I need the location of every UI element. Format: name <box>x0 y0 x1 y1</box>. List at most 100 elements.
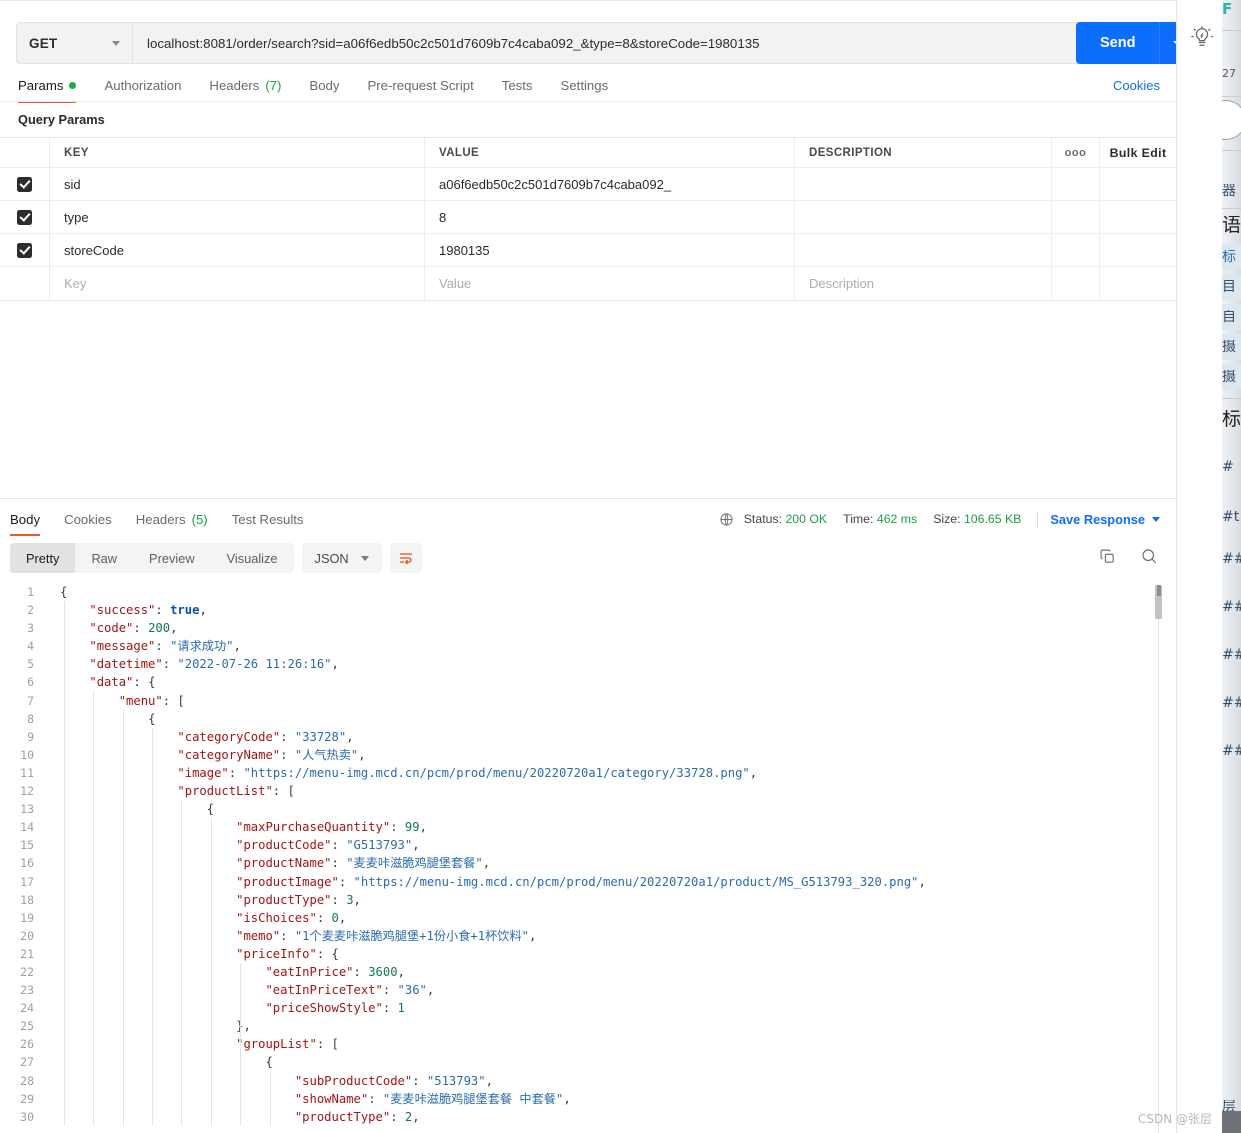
code-line-text: { <box>60 585 68 599</box>
param-description-input[interactable] <box>795 234 1052 266</box>
code-line-text: "code": 200, <box>89 621 178 636</box>
request-tab-params[interactable]: Params <box>18 74 77 103</box>
code-line-text: "categoryCode": "33728", <box>177 729 354 744</box>
cookies-link[interactable]: Cookies <box>1113 78 1160 93</box>
wrap-lines-button[interactable] <box>389 543 422 573</box>
code-line: 17 "productImage": "https://menu-img.mcd… <box>0 873 1176 891</box>
table-row-empty: Key Value Description <box>0 267 1176 300</box>
param-key-input[interactable]: type <box>50 201 425 233</box>
background-text-fragment: ## <box>1222 552 1241 566</box>
response-tab-body[interactable]: Body <box>10 508 41 536</box>
response-body-code[interactable]: 1{2 "success": true, 3 "code": 200, 4 "mes… <box>0 583 1176 1133</box>
new-param-value-input[interactable]: Value <box>425 267 795 300</box>
line-number: 8 <box>27 711 34 726</box>
request-tab-settings[interactable]: Settings <box>561 74 609 103</box>
lightbulb-icon[interactable] <box>1191 26 1214 48</box>
background-window[interactable]: F27器语标目自摄摄标##t##########层 <box>1222 0 1241 1133</box>
view-mode-preview[interactable]: Preview <box>133 543 211 573</box>
header-checkbox-cell <box>0 138 50 167</box>
code-line-text: "maxPurchaseQuantity": 99, <box>236 820 427 835</box>
http-method-selector[interactable]: GET <box>16 22 132 64</box>
request-tab-body[interactable]: Body <box>309 74 339 103</box>
request-tab-tests[interactable]: Tests <box>502 74 533 103</box>
time-meta: Time: 462 ms <box>843 512 917 526</box>
scrollbar-track <box>1158 583 1159 1133</box>
background-text-fragment: 标 <box>1222 250 1236 264</box>
empty-bulk-cell <box>1100 267 1176 300</box>
bulk-edit-button[interactable]: Bulk Edit <box>1100 138 1176 167</box>
param-description-input[interactable] <box>795 201 1052 233</box>
param-value-input[interactable]: 8 <box>425 201 795 233</box>
background-text-fragment: 自 <box>1222 310 1236 324</box>
response-tabs: Body Cookies Headers (5) Test Results <box>10 508 328 536</box>
line-number: 7 <box>27 693 34 708</box>
request-tab-authorization[interactable]: Authorization <box>104 74 181 103</box>
view-mode-raw[interactable]: Raw <box>75 543 133 573</box>
scrollbar-thumb[interactable] <box>1155 585 1162 619</box>
row-options-cell <box>1052 168 1100 200</box>
param-value-input[interactable]: a06f6edb50c2c501d7609b7c4caba092_ <box>425 168 795 200</box>
param-key-input[interactable]: sid <box>50 168 425 200</box>
search-icon[interactable] <box>1140 547 1158 565</box>
code-line: 8 { <box>0 710 1176 728</box>
copy-icon[interactable] <box>1099 548 1116 565</box>
response-scrollbar[interactable] <box>1155 583 1162 1133</box>
save-response-label: Save Response <box>1050 511 1145 527</box>
send-button[interactable]: Send <box>1076 22 1160 64</box>
response-tab-cookies[interactable]: Cookies <box>64 508 112 536</box>
view-mode-pretty[interactable]: Pretty <box>10 543 76 573</box>
indent-guide <box>152 727 154 1126</box>
param-description-input[interactable] <box>795 168 1052 200</box>
table-options-button[interactable]: ooo <box>1052 138 1100 167</box>
tab-label: Headers <box>135 512 186 527</box>
line-number: 24 <box>20 1001 34 1016</box>
checkbox-checked-icon[interactable] <box>17 176 32 192</box>
chevron-down-icon <box>112 40 120 46</box>
code-line: 23 "eatInPriceText": "36", <box>0 981 1176 999</box>
code-line: 11 "image": "https://menu-img.mcd.cn/pcm… <box>0 764 1176 782</box>
code-line: 20 "memo": "1个麦麦咔滋脆鸡腿堡+1份小食+1杯饮料", <box>0 927 1176 945</box>
response-format-label: JSON <box>314 550 349 566</box>
param-key-input[interactable]: storeCode <box>50 234 425 266</box>
tab-label: Body <box>10 512 41 527</box>
line-number: 21 <box>20 946 34 961</box>
header-description: DESCRIPTION <box>795 138 1052 167</box>
globe-icon <box>719 512 734 527</box>
line-number: 15 <box>20 838 34 853</box>
indent-guide <box>210 818 212 1126</box>
code-line-text: "showName": "麦麦咔滋脆鸡腿堡套餐 中套餐", <box>294 1091 571 1106</box>
tabs-underline <box>0 101 1176 102</box>
code-line: 27 { <box>0 1053 1176 1071</box>
response-tab-headers[interactable]: Headers (5) <box>136 508 208 536</box>
url-input[interactable]: localhost:8081/order/search?sid=a06f6edb… <box>132 22 1176 64</box>
request-tab-headers[interactable]: Headers (7) <box>209 74 281 103</box>
code-line: 2 "success": true, <box>0 601 1176 619</box>
request-tab-pre-request-script[interactable]: Pre-request Script <box>367 74 473 103</box>
code-line: 30 "productType": 2, <box>0 1108 1176 1126</box>
checkbox-checked-icon[interactable] <box>17 209 32 225</box>
line-number: 10 <box>20 747 34 762</box>
param-value-input[interactable]: 1980135 <box>425 234 795 266</box>
new-param-key-input[interactable]: Key <box>50 267 425 300</box>
code-line-text: { <box>206 802 215 817</box>
code-line: 7 "menu": [ <box>0 692 1176 710</box>
code-line-text: "productImage": "https://menu-img.mcd.cn… <box>236 874 926 889</box>
code-line: 29 "showName": "麦麦咔滋脆鸡腿堡套餐 中套餐", <box>0 1090 1176 1108</box>
line-number: 26 <box>20 1037 34 1052</box>
response-format-selector[interactable]: JSON <box>301 543 382 573</box>
line-number: 14 <box>20 820 34 835</box>
tab-label: Pre-request Script <box>367 78 474 93</box>
response-tab-test-results[interactable]: Test Results <box>232 508 304 536</box>
new-param-description-input[interactable]: Description <box>795 267 1052 300</box>
request-response-pane: GET localhost:8081/order/search?sid=a06f… <box>0 0 1176 1133</box>
view-mode-visualize[interactable]: Visualize <box>211 543 294 573</box>
background-window-taskbar <box>1222 1111 1241 1133</box>
checkbox-checked-icon[interactable] <box>17 242 32 258</box>
send-options-button[interactable] <box>1159 22 1176 64</box>
row-bulk-cell <box>1100 168 1176 200</box>
background-text-fragment: 目 <box>1222 280 1236 294</box>
save-response-button[interactable]: Save Response <box>1050 512 1160 527</box>
code-line-text: "memo": "1个麦麦咔滋脆鸡腿堡+1份小食+1杯饮料", <box>236 928 537 943</box>
top-divider <box>0 0 1176 1</box>
background-text-fragment: # <box>1222 460 1234 474</box>
